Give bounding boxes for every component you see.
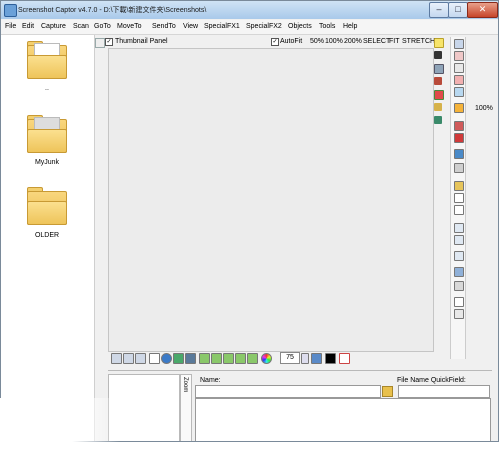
color-wheel-icon[interactable] bbox=[261, 353, 272, 364]
folder-label: .. bbox=[45, 85, 49, 92]
app-window: Screenshot Captor v4.7.0 - D:\下載\新建文件夹\S… bbox=[0, 0, 499, 442]
title-bar[interactable]: Screenshot Captor v4.7.0 - D:\下載\新建文件夹\S… bbox=[1, 1, 498, 19]
close-button[interactable]: ✕ bbox=[467, 2, 498, 18]
rotate-right-icon[interactable] bbox=[123, 353, 134, 364]
folder-parent[interactable] bbox=[27, 41, 67, 79]
clip-icon[interactable] bbox=[454, 163, 464, 173]
cursor-icon[interactable] bbox=[325, 353, 336, 364]
folder-myjunk[interactable] bbox=[27, 115, 67, 153]
effect-icon[interactable] bbox=[199, 353, 210, 364]
stretch-button[interactable]: STRETCH bbox=[402, 38, 435, 45]
autofit-checkbox[interactable]: ✓ bbox=[271, 38, 279, 46]
rectangle-icon[interactable] bbox=[454, 297, 464, 307]
paste-icon[interactable] bbox=[454, 87, 464, 97]
effect4-icon[interactable] bbox=[235, 353, 246, 364]
menu-edit[interactable]: Edit bbox=[22, 23, 34, 30]
zoom-100-button[interactable]: 100% bbox=[325, 38, 343, 45]
folder-label: OLDER bbox=[34, 232, 60, 239]
print-icon[interactable] bbox=[454, 63, 464, 73]
highlight-icon[interactable] bbox=[454, 103, 464, 113]
book-icon[interactable] bbox=[434, 116, 442, 124]
pointer-icon[interactable] bbox=[454, 193, 464, 203]
palette-icon[interactable] bbox=[434, 90, 444, 100]
menu-scan[interactable]: Scan bbox=[73, 23, 89, 30]
pin-icon[interactable] bbox=[454, 133, 464, 143]
window-title: Screenshot Captor v4.7.0 - D:\下載\新建文件夹\S… bbox=[18, 7, 207, 14]
page-icon[interactable] bbox=[339, 353, 350, 364]
crop-icon[interactable] bbox=[454, 235, 464, 245]
thumbnail-bar: ✓ Thumbnail Panel ✓ AutoFit 50% 100% 200… bbox=[105, 37, 435, 47]
menu-bar: File Edit Capture Scan GoTo MoveTo SendT… bbox=[1, 20, 498, 35]
maximize-button[interactable]: □ bbox=[448, 2, 468, 18]
menu-tools[interactable]: Tools bbox=[319, 23, 335, 30]
menu-goto[interactable]: GoTo bbox=[94, 23, 111, 30]
menu-moveto[interactable]: MoveTo bbox=[117, 23, 142, 30]
folder-tool-icon[interactable] bbox=[434, 103, 442, 111]
vertical-toolbar bbox=[450, 37, 466, 359]
folder-panel: .. MyJunk OLDER bbox=[1, 35, 95, 441]
zoom-value-field[interactable]: 75 bbox=[280, 352, 300, 364]
copy-icon[interactable] bbox=[454, 75, 464, 85]
minimize-button[interactable]: – bbox=[429, 2, 449, 18]
effect2-icon[interactable] bbox=[211, 353, 222, 364]
monitor-icon[interactable] bbox=[454, 149, 464, 159]
effect5-icon[interactable] bbox=[247, 353, 258, 364]
image-fade-overlay bbox=[0, 398, 120, 455]
menu-specialfx1[interactable]: SpecialFX1 bbox=[204, 23, 240, 30]
image-icon[interactable] bbox=[434, 64, 444, 74]
folder-browse-icon[interactable] bbox=[382, 386, 393, 397]
comment-textarea[interactable] bbox=[195, 398, 491, 441]
app-icon bbox=[4, 4, 17, 17]
thumbnail-panel-label: Thumbnail Panel bbox=[115, 38, 168, 45]
menu-capture[interactable]: Capture bbox=[41, 23, 66, 30]
menu-file[interactable]: File bbox=[5, 23, 16, 30]
select-button[interactable]: SELECT bbox=[363, 38, 390, 45]
globe-icon[interactable] bbox=[161, 353, 172, 364]
stepper-icon[interactable] bbox=[301, 353, 309, 364]
pen-icon[interactable] bbox=[434, 51, 442, 59]
brush-icon[interactable] bbox=[434, 77, 442, 85]
folder-label: MyJunk bbox=[34, 159, 60, 166]
grid-icon[interactable] bbox=[454, 223, 464, 233]
zoom-tab-label: Zoom bbox=[182, 377, 188, 393]
autofit-label[interactable]: AutoFit bbox=[280, 38, 302, 45]
save-icon[interactable] bbox=[454, 39, 464, 49]
flip-icon[interactable] bbox=[135, 353, 146, 364]
menu-sendto[interactable]: SendTo bbox=[152, 23, 176, 30]
menu-objects[interactable]: Objects bbox=[288, 23, 312, 30]
image-canvas[interactable] bbox=[108, 48, 434, 352]
menu-specialfx2[interactable]: SpecialFX2 bbox=[246, 23, 282, 30]
bottom-panel: Zoom Name: File Name QuickField: bbox=[108, 370, 492, 441]
zoom-level-label: 100% bbox=[475, 105, 493, 112]
quickfield-input[interactable] bbox=[398, 385, 490, 398]
name-label: Name: bbox=[200, 377, 221, 384]
panel-scroll-button[interactable] bbox=[95, 38, 105, 48]
effect3-icon[interactable] bbox=[223, 353, 234, 364]
quickfield-label: File Name QuickField: bbox=[397, 377, 466, 384]
name-input[interactable] bbox=[195, 385, 381, 398]
save-as-icon[interactable] bbox=[454, 51, 464, 61]
picture-icon[interactable] bbox=[173, 353, 184, 364]
zoom-50-button[interactable]: 50% bbox=[310, 38, 324, 45]
yellow-swatch-icon[interactable] bbox=[434, 38, 444, 48]
thumbnail-panel-checkbox[interactable]: ✓ bbox=[105, 38, 113, 46]
cube-icon[interactable] bbox=[454, 121, 464, 131]
rotate-left-icon[interactable] bbox=[111, 353, 122, 364]
color-tools bbox=[434, 37, 444, 127]
gradient-icon[interactable] bbox=[454, 281, 464, 291]
frame-icon[interactable] bbox=[454, 267, 464, 277]
chart-icon[interactable] bbox=[149, 353, 160, 364]
bottom-toolbar: 75 bbox=[108, 352, 448, 365]
resize-icon[interactable] bbox=[454, 251, 464, 261]
marker-icon[interactable] bbox=[454, 181, 464, 191]
crosshair-icon[interactable] bbox=[454, 205, 464, 215]
menu-help[interactable]: Help bbox=[343, 23, 357, 30]
fit-button[interactable]: FIT bbox=[389, 38, 400, 45]
folder-older[interactable] bbox=[27, 187, 67, 225]
zoom-200-button[interactable]: 200% bbox=[344, 38, 362, 45]
menu-view[interactable]: View bbox=[183, 23, 198, 30]
mountain-icon[interactable] bbox=[185, 353, 196, 364]
grid-settings-icon[interactable] bbox=[311, 353, 322, 364]
layers-icon[interactable] bbox=[454, 309, 464, 319]
